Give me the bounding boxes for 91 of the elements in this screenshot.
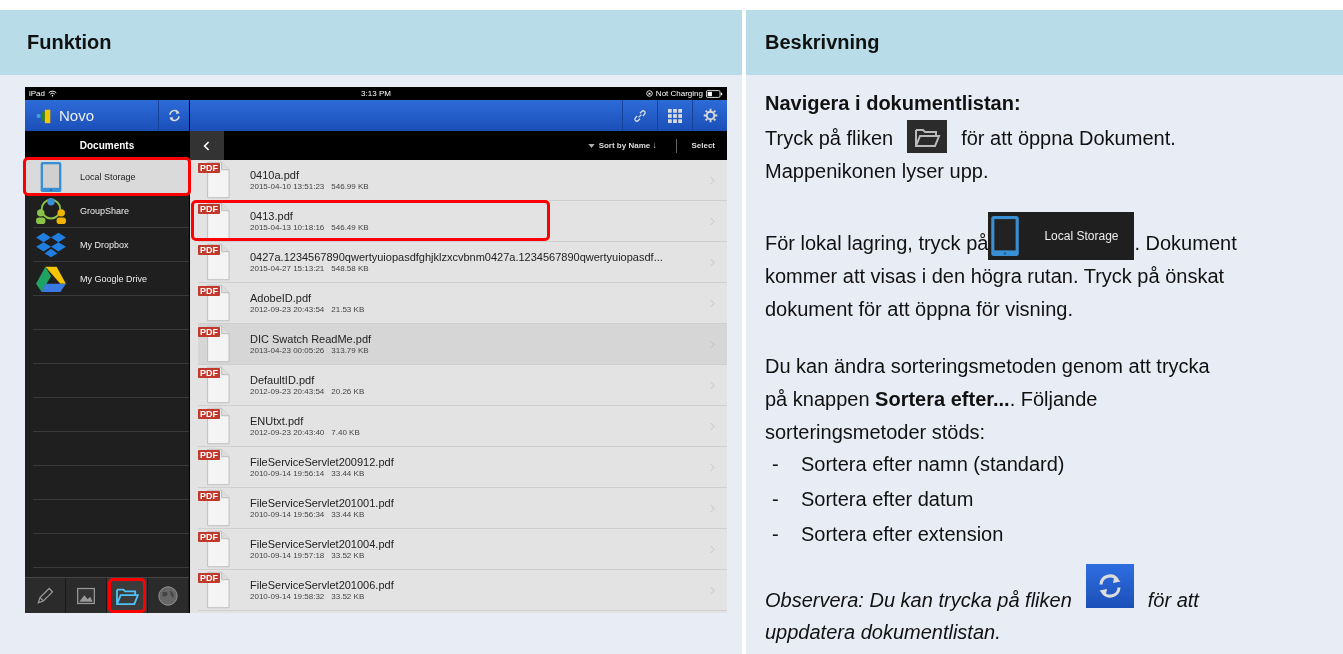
description-text: Tryck på fliken bbox=[765, 126, 894, 149]
dropbox-icon bbox=[35, 230, 67, 259]
file-row[interactable]: PDF 0410a.pdf 2015-04-10 13:51:23 546.99 KB bbox=[198, 160, 727, 201]
file-name: FileServiceServlet200912.pdf bbox=[250, 456, 395, 468]
file-date: 2013-04-23 00:05:26 bbox=[250, 346, 325, 355]
list-marker: - bbox=[771, 486, 780, 512]
refresh-icon bbox=[166, 108, 182, 123]
file-size: 21.53 KB bbox=[331, 305, 365, 314]
column-header: Funktion bbox=[0, 10, 742, 75]
globe-icon bbox=[157, 584, 179, 607]
status-time: 3:13 PM bbox=[361, 89, 391, 98]
refresh-icon bbox=[1085, 563, 1134, 608]
battery-status: Not Charging bbox=[655, 89, 703, 98]
file-size: 313.79 KB bbox=[331, 346, 369, 355]
file-name: FileServiceServlet201001.pdf bbox=[250, 497, 395, 509]
file-row[interactable]: PDF 0427a.1234567890qwertyuiopasdfghjklzxcvbnm0427a.1234567890qwertyuiopasdf... 2015-04-27 15:13:21 548.58 KB bbox=[198, 242, 727, 283]
list-item-text: Sortera efter datum bbox=[801, 486, 974, 512]
description-text: kommer att visas i den högra rutan. Tryck på önskat bbox=[765, 264, 1225, 287]
file-size: 33.44 KB bbox=[331, 469, 365, 478]
description-text: Du kan ändra sorteringsmetoden genom att trycka på knappen Sortera efter.... Följande sorteringsmetoder stöds: bbox=[765, 353, 1211, 445]
gear-icon bbox=[702, 108, 718, 123]
description-text: Observera: Du kan trycka på fliken bbox=[765, 588, 1072, 611]
file-name: FileServiceServlet201006.pdf bbox=[250, 579, 395, 591]
rotation-lock-icon bbox=[645, 90, 653, 97]
chevron-left-icon bbox=[203, 140, 211, 151]
description-text: dokument för att öppna för visning. bbox=[765, 297, 1073, 320]
file-date: 2012-09-23 20:43:54 bbox=[250, 387, 325, 396]
file-name: DefaultID.pdf bbox=[250, 374, 316, 386]
file-size: 7.40 KB bbox=[331, 428, 360, 437]
file-size: 33.52 KB bbox=[331, 592, 365, 601]
file-name: 0410a.pdf bbox=[250, 169, 300, 181]
grid-icon bbox=[668, 108, 682, 123]
tablet-icon bbox=[39, 160, 63, 193]
file-date: 2010-09-14 19:57:18 bbox=[250, 551, 325, 560]
list-marker: - bbox=[771, 451, 780, 477]
drive-icon bbox=[35, 264, 67, 293]
file-date: 2010-09-14 19:56:14 bbox=[250, 469, 325, 478]
description-text: för att bbox=[1147, 588, 1199, 611]
file-row[interactable]: PDF DIC Swatch ReadMe.pdf 2013-04-23 00:05:26 313.79 KB bbox=[198, 324, 727, 365]
file-name: AdobeID.pdf bbox=[250, 292, 313, 304]
file-name: ENUtxt.pdf bbox=[250, 415, 305, 427]
people-icon bbox=[35, 196, 67, 225]
file-date: 2012-09-23 20:43:40 bbox=[250, 428, 325, 437]
file-size: 548.58 KB bbox=[331, 264, 369, 273]
file-row[interactable]: PDF FileServiceServlet201001.pdf 2010-09-14 19:56:34 33.44 KB bbox=[198, 488, 727, 529]
file-size: 546.49 KB bbox=[331, 223, 369, 232]
file-row[interactable]: PDF FileServiceServlet200912.pdf 2010-09-14 19:56:14 33.44 KB bbox=[198, 447, 727, 488]
battery-icon bbox=[706, 89, 723, 98]
file-name: DIC Swatch ReadMe.pdf bbox=[250, 333, 373, 345]
file-date: 2015-04-10 13:51:23 bbox=[250, 182, 325, 191]
file-size: 33.44 KB bbox=[331, 510, 365, 519]
description-text: för att öppna Dokument. bbox=[961, 126, 1176, 149]
description-text: uppdatera dokumentlistan. bbox=[765, 620, 1001, 643]
description-text: Mappenikonen lyser upp. bbox=[765, 159, 989, 182]
select-button[interactable]: Select bbox=[691, 141, 715, 150]
file-size: 20.26 KB bbox=[331, 387, 365, 396]
device-name: iPad bbox=[29, 89, 45, 98]
column-header: Beskrivning bbox=[746, 10, 1343, 75]
wifi-icon bbox=[48, 90, 57, 97]
file-size: 33.52 KB bbox=[331, 551, 365, 560]
list-item-text: Sortera efter namn (standard) bbox=[801, 451, 1065, 477]
caret-icon bbox=[587, 143, 595, 148]
link-icon bbox=[633, 108, 647, 123]
folder-tab-icon bbox=[907, 120, 948, 153]
file-date: 2010-09-14 19:56:34 bbox=[250, 510, 325, 519]
file-row[interactable]: PDF ENUtxt.pdf 2012-09-23 20:43:40 7.40 KB bbox=[198, 406, 727, 447]
file-row[interactable]: PDF 0413.pdf 2015-04-13 10:18:16 546.49 KB bbox=[198, 201, 727, 242]
storage-item[interactable]: My Dropbox bbox=[33, 228, 189, 262]
list-item-text: Sortera efter extension bbox=[801, 521, 1004, 547]
file-date: 2010-09-14 19:58:32 bbox=[250, 592, 325, 601]
section-heading: Navigera i dokumentlistan: bbox=[765, 91, 1022, 116]
file-name: 0427a.1234567890qwertyuiopasdfghjklzxcvbnm0427a.1234567890qwertyuiopasdf... bbox=[250, 251, 664, 263]
description-text: . Dokument bbox=[1134, 231, 1237, 254]
file-size: 546.99 KB bbox=[331, 182, 369, 191]
file-date: 2015-04-27 15:13:21 bbox=[250, 264, 325, 273]
file-date: 2012-09-23 20:43:54 bbox=[250, 305, 325, 314]
sort-button[interactable]: Sort by Name ↓ bbox=[587, 141, 657, 150]
local-storage-button-image: Local Storage bbox=[988, 211, 1135, 260]
file-row[interactable]: PDF DefaultID.pdf 2012-09-23 20:43:54 20.26 KB bbox=[198, 365, 727, 406]
storage-item[interactable]: GroupShare bbox=[33, 194, 189, 228]
file-date: 2015-04-13 10:18:16 bbox=[250, 223, 325, 232]
list-marker: - bbox=[771, 521, 780, 547]
picture-icon bbox=[76, 585, 96, 606]
file-row[interactable]: PDF FileServiceServlet201006.pdf 2010-09-14 19:58:32 33.52 KB bbox=[198, 570, 727, 611]
file-row[interactable]: PDF FileServiceServlet201004.pdf 2010-09-14 19:57:18 33.52 KB bbox=[198, 529, 727, 570]
pencil-icon bbox=[35, 585, 55, 606]
file-name: FileServiceServlet201004.pdf bbox=[250, 538, 395, 550]
file-name: 0413.pdf bbox=[250, 210, 294, 222]
storage-item[interactable]: Local Storage bbox=[25, 160, 189, 194]
description-text: För lokal lagring, tryck på bbox=[765, 231, 989, 254]
app-title: Novo bbox=[59, 107, 95, 124]
